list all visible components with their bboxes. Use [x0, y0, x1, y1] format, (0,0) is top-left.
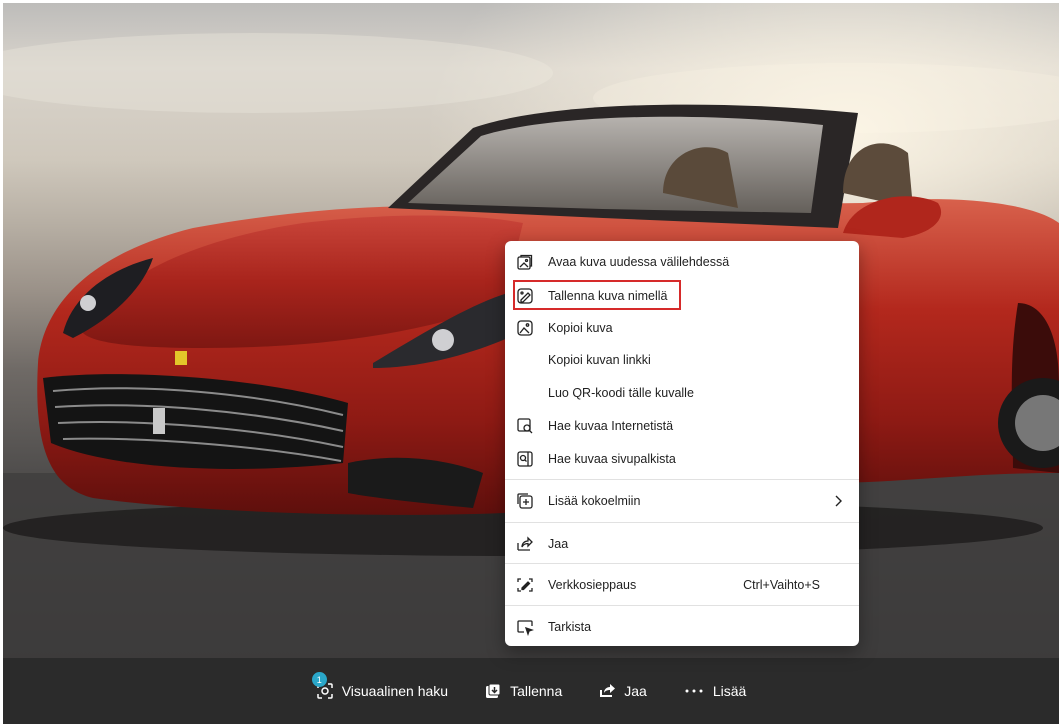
- visual-search-button[interactable]: 1 Visuaalinen haku: [298, 671, 466, 711]
- menu-item-label: Tallenna kuva nimellä: [548, 289, 668, 303]
- menu-divider: [505, 563, 859, 564]
- copy-image-icon: [516, 319, 534, 337]
- menu-item-web-capture[interactable]: Verkkosieppaus Ctrl+Vaihto+S: [505, 570, 859, 600]
- save-image-as-icon: [516, 287, 534, 305]
- menu-item-save-image-as[interactable]: Tallenna kuva nimellä: [505, 281, 859, 311]
- menu-item-label: Avaa kuva uudessa välilehdessä: [548, 255, 730, 269]
- inspect-icon: [516, 618, 535, 637]
- menu-item-search-image-sidebar[interactable]: Hae kuvaa sivupalkista: [505, 444, 859, 474]
- context-menu: Avaa kuva uudessa välilehdessä Tallenna …: [505, 241, 859, 646]
- search-image-web-icon: [516, 417, 534, 435]
- more-button[interactable]: Lisää: [665, 671, 764, 711]
- visual-search-badge: 1: [311, 672, 327, 687]
- menu-item-label: Tarkista: [548, 620, 592, 634]
- menu-item-search-image-web[interactable]: Hae kuvaa Internetistä: [505, 411, 859, 441]
- more-label: Lisää: [712, 683, 747, 699]
- save-button[interactable]: Tallenna: [466, 671, 580, 711]
- chevron-right-icon: [831, 494, 845, 508]
- menu-item-label: Kopioi kuvan linkki: [548, 353, 651, 367]
- open-image-new-tab-icon: [516, 253, 534, 271]
- menu-divider: [505, 605, 859, 606]
- share-icon: [516, 535, 534, 553]
- menu-item-copy-image[interactable]: Kopioi kuva: [505, 313, 859, 343]
- menu-item-inspect[interactable]: Tarkista: [505, 612, 859, 642]
- menu-item-label: Hae kuvaa Internetistä: [548, 419, 674, 433]
- menu-divider: [505, 479, 859, 480]
- menu-item-label: Luo QR-koodi tälle kuvalle: [548, 386, 694, 400]
- menu-item-create-qr-code[interactable]: Luo QR-koodi tälle kuvalle: [505, 378, 859, 408]
- share-label: Jaa: [624, 683, 647, 699]
- menu-item-open-image-new-tab[interactable]: Avaa kuva uudessa välilehdessä: [505, 247, 859, 277]
- menu-item-label: Jaa: [548, 537, 569, 551]
- menu-item-label: Verkkosieppaus: [548, 578, 637, 592]
- share-icon: [598, 682, 616, 700]
- menu-item-copy-image-link[interactable]: Kopioi kuvan linkki: [505, 345, 859, 375]
- visual-search-label: Visuaalinen haku: [341, 683, 449, 699]
- image-viewer-toolbar: 1 Visuaalinen haku Tallenna Jaa Lisää: [3, 658, 1059, 724]
- menu-item-share[interactable]: Jaa: [505, 529, 859, 559]
- menu-item-add-to-collections[interactable]: Lisää kokoelmiin: [505, 486, 859, 516]
- web-capture-icon: [516, 576, 534, 594]
- share-button[interactable]: Jaa: [580, 671, 665, 711]
- menu-divider: [505, 522, 859, 523]
- menu-item-label: Lisää kokoelmiin: [548, 494, 641, 508]
- save-icon: [484, 682, 502, 700]
- save-label: Tallenna: [510, 683, 563, 699]
- add-to-collections-icon: [516, 492, 534, 510]
- menu-item-label: Hae kuvaa sivupalkista: [548, 452, 676, 466]
- menu-item-label: Kopioi kuva: [548, 321, 613, 335]
- search-image-sidebar-icon: [516, 450, 534, 468]
- more-dots-icon: [683, 682, 705, 700]
- shortcut-label: Ctrl+Vaihto+S: [743, 578, 820, 592]
